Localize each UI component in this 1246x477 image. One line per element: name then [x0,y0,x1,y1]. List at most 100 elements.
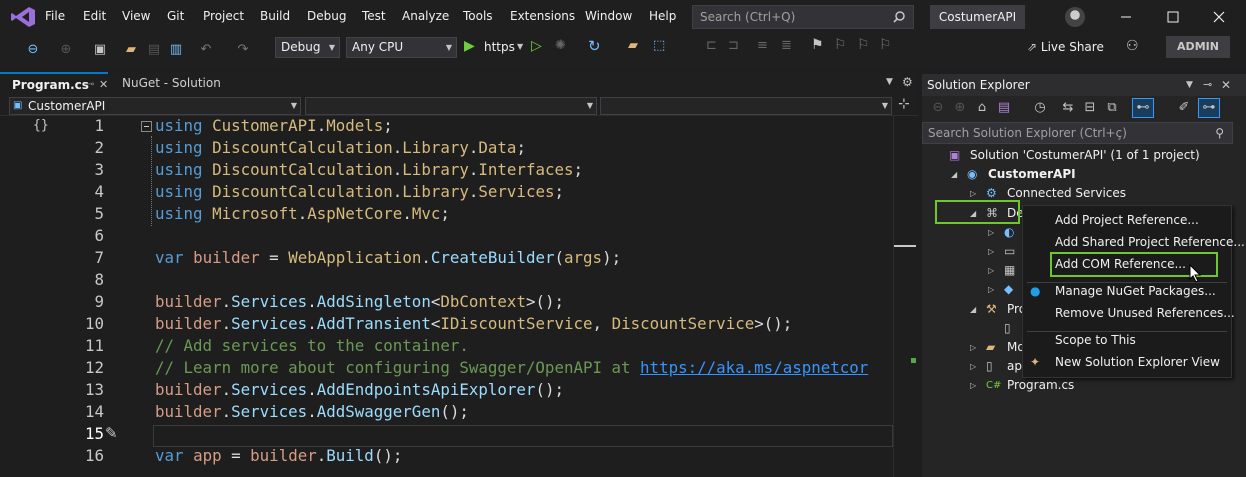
minimize-icon[interactable] [1117,8,1135,26]
project-nav-dropdown[interactable]: ▣ CustomerAPI ▼ [9,97,301,115]
back-icon[interactable]: ⊖ [930,100,946,116]
code-line[interactable]: using CustomerAPI.Models; [155,116,393,135]
feedback-icon[interactable]: ⚇ [1126,38,1139,54]
code-link[interactable]: https://aka.ms/aspnetcor [640,358,868,377]
refresh-icon[interactable]: ↻ [588,37,601,55]
tab-list-chevron-icon[interactable]: ▼ [886,77,893,87]
collapsed-arrow-icon[interactable]: ▷ [988,242,994,261]
indent-icon[interactable]: ≡ [757,38,768,53]
expanded-arrow-icon[interactable]: ◢ [951,165,957,184]
collapsed-arrow-icon[interactable]: ▷ [988,223,994,242]
home-icon[interactable]: ⌂ [974,100,990,116]
pin-icon[interactable]: ⊸ [86,74,94,96]
comment-icon[interactable]: ⊐ [728,38,739,53]
collapsed-arrow-icon[interactable]: ▷ [970,357,976,376]
save-all-icon[interactable]: ▥ [168,42,184,58]
collapse-all-icon[interactable]: ⊟ [1082,100,1098,116]
menu-edit[interactable]: Edit [83,9,106,23]
code-line[interactable]: // Learn more about configuring Swagger/… [155,358,868,377]
properties-wrench-icon[interactable]: ✐ [1176,100,1192,116]
pin-icon[interactable]: ⊸ [1203,74,1212,96]
menu-file[interactable]: File [45,9,65,23]
menu-help[interactable]: Help [649,9,676,23]
pending-changes-filter-icon[interactable]: ◷ [1032,100,1048,116]
preview-toggle-icon[interactable]: ⊶ [1198,98,1220,118]
menu-item-remove-unused-references[interactable]: Remove Unused References... [1055,306,1235,320]
type-nav-dropdown[interactable]: ▼ [305,97,597,115]
menu-extensions[interactable]: Extensions [510,9,575,23]
forward-icon[interactable]: ⊕ [58,42,74,58]
menu-item-scope-to-this[interactable]: Scope to This [1055,333,1136,347]
window-position-chevron-icon[interactable]: ▼ [1186,74,1193,96]
undo-icon[interactable]: ↶ [198,42,214,58]
visual-studio-logo-icon[interactable] [10,6,36,28]
close-icon[interactable] [1210,8,1228,26]
code-line[interactable]: builder.Services.AddSingleton<DbContext>… [155,292,564,311]
menu-analyze[interactable]: Analyze [402,9,449,23]
menu-window[interactable]: Window [585,9,632,23]
code-line[interactable]: builder.Services.AddSwaggerGen(); [155,402,469,421]
collapse-region-icon[interactable] [141,121,152,132]
menu-item-add-project-reference[interactable]: Add Project Reference... [1055,213,1199,227]
clear-bookmarks-icon[interactable]: ⚐ [879,37,892,53]
code-line[interactable]: // Add services to the container. [155,336,469,355]
save-icon[interactable]: ▤ [146,42,162,58]
next-bookmark-icon[interactable]: ⚐ [857,37,870,53]
code-line[interactable]: var builder = WebApplication.CreateBuild… [155,248,621,267]
configuration-dropdown[interactable]: Debug ▼ [275,37,340,58]
forward-icon[interactable]: ⊕ [952,100,968,116]
back-icon[interactable]: ⊖ [25,42,41,58]
expanded-arrow-icon[interactable]: ◢ [970,300,976,319]
close-tab-icon[interactable]: ✕ [99,74,108,96]
platform-dropdown[interactable]: Any CPU ▼ [346,37,457,58]
menu-project[interactable]: Project [203,9,244,23]
menu-view[interactable]: View [122,9,150,23]
code-line[interactable]: using Microsoft.AspNetCore.Mvc; [155,204,450,223]
folder-view-icon[interactable]: ▰ [628,38,638,53]
code-line[interactable]: using DiscountCalculation.Library.Interf… [155,160,583,179]
align-icon[interactable]: ⊏ [706,38,717,53]
chevron-down-icon[interactable]: ▼ [517,42,523,51]
search-box[interactable]: Search (Ctrl+Q) [692,5,914,29]
menu-build[interactable]: Build [260,9,290,23]
user-avatar[interactable] [1065,7,1085,27]
preview-selected-icon[interactable]: ⊷ [1132,98,1154,118]
vertical-scrollbar[interactable] [893,116,918,477]
code-line[interactable]: builder.Services.AddTransient<IDiscountS… [155,314,792,333]
start-debugging-icon[interactable]: ▶ [464,38,475,54]
run-target-label[interactable]: https [484,40,515,54]
redo-icon[interactable]: ↷ [235,42,251,58]
collapsed-arrow-icon[interactable]: ▷ [970,376,976,395]
switch-views-icon[interactable]: ▤ [996,100,1012,116]
sync-with-document-icon[interactable]: ⇆ [1060,100,1076,116]
collapsed-arrow-icon[interactable]: ▷ [988,261,994,280]
code-line[interactable]: var app = builder.Build(); [155,446,402,465]
solution-search-input[interactable]: Search Solution Explorer (Ctrl+ç) ⚲ [922,122,1233,144]
menu-test[interactable]: Test [362,9,386,23]
start-without-debugging-icon[interactable]: ▷ [531,38,542,54]
browser-link-icon[interactable]: ⬚ [653,38,665,53]
menu-item-manage-nuget-packages[interactable]: Manage NuGet Packages... [1055,284,1216,298]
prev-bookmark-icon[interactable]: ⚐ [834,37,847,53]
close-panel-icon[interactable]: ✕ [1221,74,1231,96]
new-project-icon[interactable]: ▣ [92,42,108,58]
quick-actions-screwdriver-icon[interactable]: ✎ [105,424,118,442]
settings-gear-icon[interactable]: ⚙ [902,75,913,89]
code-line[interactable]: using DiscountCalculation.Library.Data; [155,138,526,157]
code-line[interactable]: builder.Services.AddEndpointsApiExplorer… [155,380,564,399]
collapsed-arrow-icon[interactable]: ▷ [988,280,994,299]
split-window-icon[interactable]: ⊹ [898,96,910,112]
tab-nuget-solution[interactable]: NuGet - Solution [122,72,222,94]
code-line[interactable]: using DiscountCalculation.Library.Servic… [155,182,564,201]
maximize-icon[interactable] [1164,8,1182,26]
bookmark-icon[interactable]: ⚑ [811,37,824,53]
open-folder-icon[interactable]: ▰ [123,42,139,58]
menu-item-add-shared-project-reference[interactable]: Add Shared Project Reference... [1055,235,1245,249]
member-nav-dropdown[interactable]: ▼ [600,97,892,115]
menu-git[interactable]: Git [167,9,184,23]
live-share-button[interactable]: ⇗ Live Share [1027,40,1104,54]
outdent-icon[interactable]: ≣ [781,38,792,53]
show-all-files-icon[interactable]: ⧉ [1104,100,1120,116]
attach-icon[interactable]: ✺ [555,38,566,53]
collapsed-arrow-icon[interactable]: ▷ [970,338,976,357]
